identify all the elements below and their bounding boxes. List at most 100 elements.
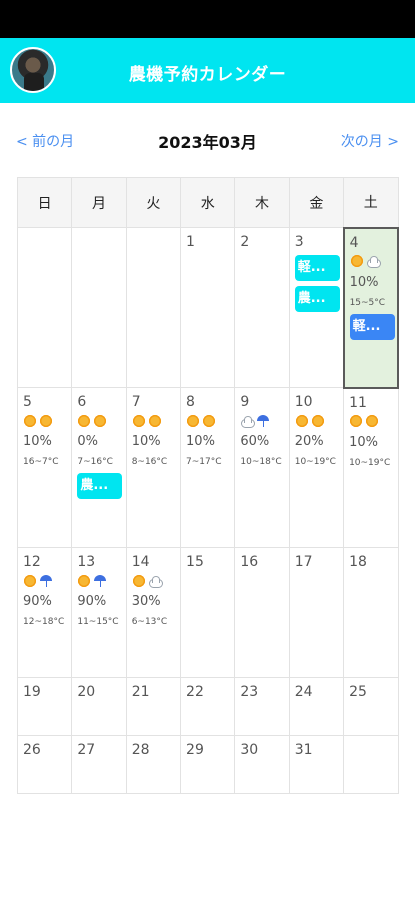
weather-icons <box>240 413 288 429</box>
sun-icon <box>77 573 92 588</box>
weekday-thu: 木 <box>234 177 290 228</box>
day-cell-10[interactable]: 10 20% 10~19°C <box>288 387 345 548</box>
day-number: 11 <box>349 394 367 411</box>
day-cell-9[interactable]: 9 60% 10~18°C <box>234 387 290 548</box>
weekday-sun: 日 <box>16 177 73 228</box>
rain-probability: 10% <box>349 274 379 290</box>
reservation-event[interactable]: 軽... <box>294 255 340 281</box>
temperature-range: 15~5°C <box>349 297 386 308</box>
day-cell-1[interactable]: 1 <box>180 227 236 388</box>
day-cell-29[interactable]: 29 <box>180 735 236 794</box>
day-cell-30[interactable]: 30 <box>234 735 290 794</box>
day-number: 17 <box>294 554 313 570</box>
day-cell-18[interactable]: 18 <box>343 547 399 678</box>
sun-icon <box>294 413 309 428</box>
day-cell-27[interactable]: 27 <box>71 735 127 794</box>
day-cell-28[interactable]: 28 <box>125 735 182 794</box>
day-number: 28 <box>131 742 150 758</box>
day-number: 4 <box>349 234 359 251</box>
rain-probability: 60% <box>240 434 270 449</box>
day-cell-8[interactable]: 8 10% 7~17°C <box>180 387 236 548</box>
day-cell-7[interactable]: 7 10% 8~16°C <box>125 387 182 548</box>
temperature-range: 12~18°C <box>23 617 65 627</box>
day-cell-23[interactable]: 23 <box>234 677 290 736</box>
rain-probability: 30% <box>131 594 161 609</box>
rain-probability: 90% <box>23 594 52 609</box>
day-number: 31 <box>294 742 313 758</box>
sun-icon <box>93 413 108 428</box>
day-number: 12 <box>23 554 41 570</box>
day-number: 18 <box>349 554 367 570</box>
day-cell-25[interactable]: 25 <box>343 677 399 736</box>
day-cell-6[interactable]: 6 0% 7~16°C 農... <box>71 387 127 548</box>
day-number: 24 <box>294 684 313 700</box>
empty-day-cell <box>16 227 73 388</box>
day-cell-21[interactable]: 21 <box>125 677 182 736</box>
day-cell-5[interactable]: 5 10% 16~7°C <box>16 387 73 548</box>
day-number: 16 <box>240 554 259 570</box>
sun-icon <box>349 414 364 428</box>
weather-icons <box>131 413 180 429</box>
day-cell-17[interactable]: 17 <box>288 547 345 678</box>
sun-icon <box>77 413 92 428</box>
day-cell-15[interactable]: 15 <box>180 547 236 678</box>
day-cell-12[interactable]: 12 90% 12~18°C <box>16 547 73 678</box>
day-cell-24[interactable]: 24 <box>288 677 345 736</box>
day-number: 14 <box>131 554 150 570</box>
rain-probability: 10% <box>186 434 215 449</box>
sun-icon <box>310 413 325 428</box>
day-number: 19 <box>23 684 41 700</box>
sun-icon <box>349 254 364 268</box>
app-header: 農機予約カレンダー <box>0 38 415 103</box>
day-number: 22 <box>186 684 204 700</box>
rain-probability: 20% <box>294 434 324 449</box>
temperature-range: 7~17°C <box>186 457 222 467</box>
next-month-link[interactable]: 次の月 > <box>341 131 399 151</box>
sun-icon <box>23 573 37 588</box>
day-cell-31[interactable]: 31 <box>288 735 345 794</box>
temperature-range: 8~16°C <box>131 457 168 467</box>
day-cell-4[interactable]: 4 10% 15~5°C 軽... <box>342 226 400 389</box>
weather-icons <box>23 413 71 429</box>
weather-icons <box>349 254 397 270</box>
weather-icons <box>77 573 125 589</box>
day-number: 25 <box>349 684 367 700</box>
reservation-event[interactable]: 軽... <box>349 313 395 340</box>
day-cell-26[interactable]: 26 <box>16 735 73 794</box>
cloud-icon <box>240 414 256 428</box>
empty-day-cell <box>343 735 399 794</box>
empty-day-cell <box>71 227 127 388</box>
day-cell-20[interactable]: 20 <box>71 677 127 736</box>
day-number: 26 <box>23 742 41 758</box>
day-number: 7 <box>131 394 141 410</box>
temperature-range: 16~7°C <box>23 457 59 467</box>
weekday-mon: 月 <box>71 177 127 228</box>
weekday-tue: 火 <box>125 177 182 228</box>
day-cell-11[interactable]: 11 10% 10~19°C <box>343 387 399 548</box>
day-number: 21 <box>131 684 150 700</box>
reservation-event[interactable]: 農... <box>294 286 340 312</box>
sun-icon <box>365 414 380 428</box>
day-number: 6 <box>77 394 87 410</box>
day-cell-3[interactable]: 3 軽... 農... <box>288 227 345 388</box>
day-cell-22[interactable]: 22 <box>180 677 236 736</box>
calendar-week-row: 26 27 28 29 30 31 <box>16 735 399 794</box>
weather-icons <box>349 414 397 430</box>
day-cell-16[interactable]: 16 <box>234 547 290 678</box>
calendar-grid: 日 月 火 水 木 金 土 1 2 3 軽... 農... 4 10% 15~5°C 軽... 5… <box>16 177 400 794</box>
umbrella-icon <box>39 574 53 588</box>
weather-icons <box>186 413 234 429</box>
day-cell-13[interactable]: 13 90% 11~15°C <box>71 547 127 678</box>
day-number: 2 <box>240 234 250 250</box>
day-cell-2[interactable]: 2 <box>234 227 290 388</box>
weekday-sat: 土 <box>343 177 399 228</box>
day-number: 13 <box>77 554 96 570</box>
calendar-week-row: 1 2 3 軽... 農... 4 10% 15~5°C 軽... <box>16 226 400 389</box>
day-cell-19[interactable]: 19 <box>16 677 73 736</box>
rain-probability: 10% <box>349 434 378 450</box>
day-number: 5 <box>23 394 32 410</box>
status-bar <box>0 0 415 38</box>
day-number: 23 <box>240 684 259 700</box>
reservation-event[interactable]: 農... <box>77 473 123 499</box>
day-cell-14[interactable]: 14 30% 6~13°C <box>125 547 182 678</box>
